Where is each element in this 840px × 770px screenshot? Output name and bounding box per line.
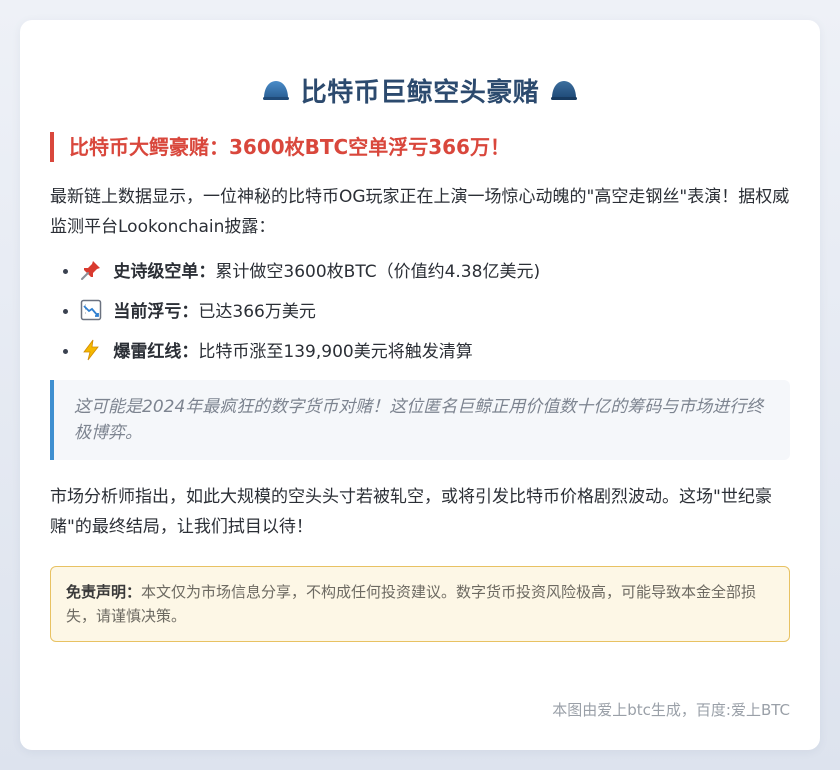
point-label: 当前浮亏： [113, 302, 199, 322]
disclaimer-text: 本文仅为市场信息分享，不构成任何投资建议。数字货币投资风险极高，可能导致本金全部… [66, 583, 757, 625]
highlight-quote: 这可能是2024年最疯狂的数字货币对赌！这位匿名巨鲸正用价值数十亿的筹码与市场进… [50, 380, 790, 460]
point-label: 爆雷红线： [113, 342, 199, 362]
point-text: 比特币涨至139,900美元将触发清算 [198, 342, 473, 362]
footer-credit: 本图由爱上btc生成，百度:爱上BTC [552, 701, 790, 719]
page-title: 比特币巨鲸空头豪赌 [300, 77, 540, 108]
headline: 比特币大鳄豪赌：3600枚BTC空单浮亏366万！ [50, 132, 790, 162]
article-card: 比特币巨鲸空头豪赌 比特币大鳄豪赌：3600枚BTC空单浮亏366万！ 最新链上… [20, 20, 820, 750]
point-label: 史诗级空单： [113, 262, 216, 282]
whale-icon [551, 81, 578, 100]
whale-icon [262, 81, 289, 100]
disclaimer-box: 免责声明：本文仅为市场信息分享，不构成任何投资建议。数字货币投资风险极高，可能导… [50, 566, 790, 642]
title-row: 比特币巨鲸空头豪赌 [50, 70, 790, 110]
analysis-paragraph: 市场分析师指出，如此大规模的空头头寸若被轧空，或将引发比特币价格剧烈波动。这场"… [50, 487, 772, 537]
chart-decreasing-icon [80, 299, 102, 321]
key-points-list: 史诗级空单：累计做空3600枚BTC（价值约4.38亿美元) 当前浮亏：已达36… [50, 258, 790, 366]
point-text: 累计做空3600枚BTC（价值约4.38亿美元) [215, 262, 541, 282]
list-item: 当前浮亏：已达366万美元 [80, 298, 790, 326]
intro-paragraph: 最新链上数据显示，一位神秘的比特币OG玩家正在上演一场惊心动魄的"高空走钢丝"表… [50, 187, 790, 237]
lightning-icon [83, 339, 99, 361]
pushpin-icon [81, 261, 100, 280]
point-text: 已达366万美元 [198, 302, 316, 322]
disclaimer-label: 免责声明： [66, 583, 142, 601]
list-item: 爆雷红线：比特币涨至139,900美元将触发清算 [80, 338, 790, 366]
list-item: 史诗级空单：累计做空3600枚BTC（价值约4.38亿美元) [80, 258, 790, 286]
